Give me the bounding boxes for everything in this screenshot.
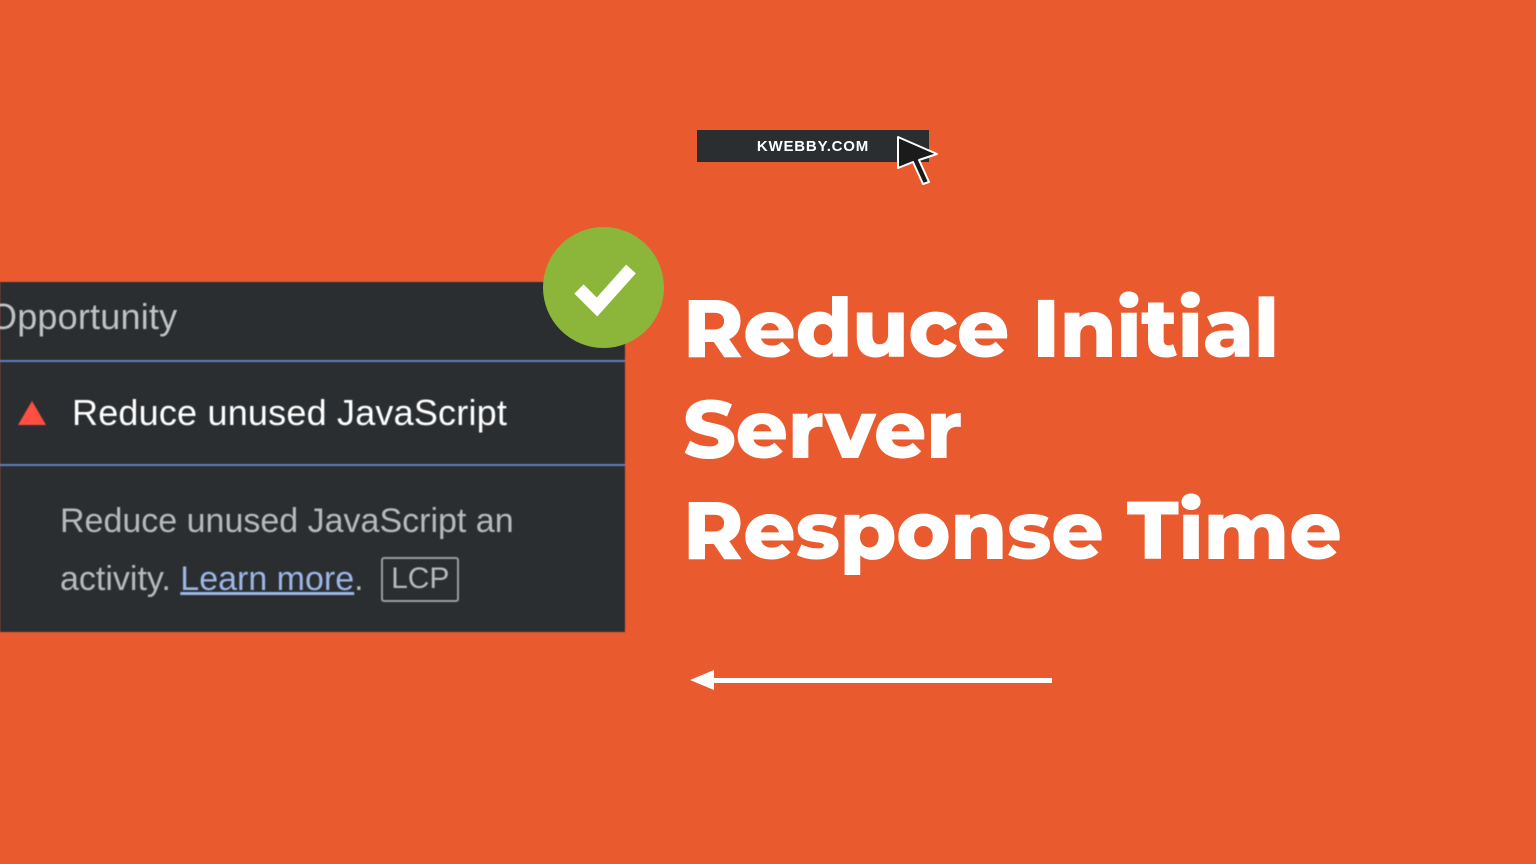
devtools-panel: Opportunity Reduce unused JavaScript Red… <box>0 282 625 632</box>
warning-triangle-icon <box>18 401 46 425</box>
lcp-tag: LCP <box>381 557 459 602</box>
check-badge <box>543 227 664 348</box>
learn-more-link[interactable]: Learn more <box>180 560 354 598</box>
audit-description-line1: Reduce unused JavaScript an <box>60 502 514 540</box>
audit-description: Reduce unused JavaScript an activity. Le… <box>0 466 625 619</box>
audit-description-suffix: . <box>354 560 363 598</box>
page-headline: Reduce Initial Server Response Time <box>683 278 1341 581</box>
opportunity-section-label: Opportunity <box>0 282 625 360</box>
cursor-icon <box>895 134 943 186</box>
checkmark-icon <box>565 249 643 327</box>
headline-line3: Response Time <box>683 480 1341 581</box>
headline-line2: Server <box>683 379 1341 480</box>
site-badge-label: KWEBBY.COM <box>757 138 869 155</box>
audit-row[interactable]: Reduce unused JavaScript <box>0 362 625 464</box>
arrow-left-icon <box>690 672 1052 688</box>
headline-line1: Reduce Initial <box>683 278 1341 379</box>
audit-title: Reduce unused JavaScript <box>72 392 507 434</box>
audit-description-line2-prefix: activity. <box>60 560 180 598</box>
